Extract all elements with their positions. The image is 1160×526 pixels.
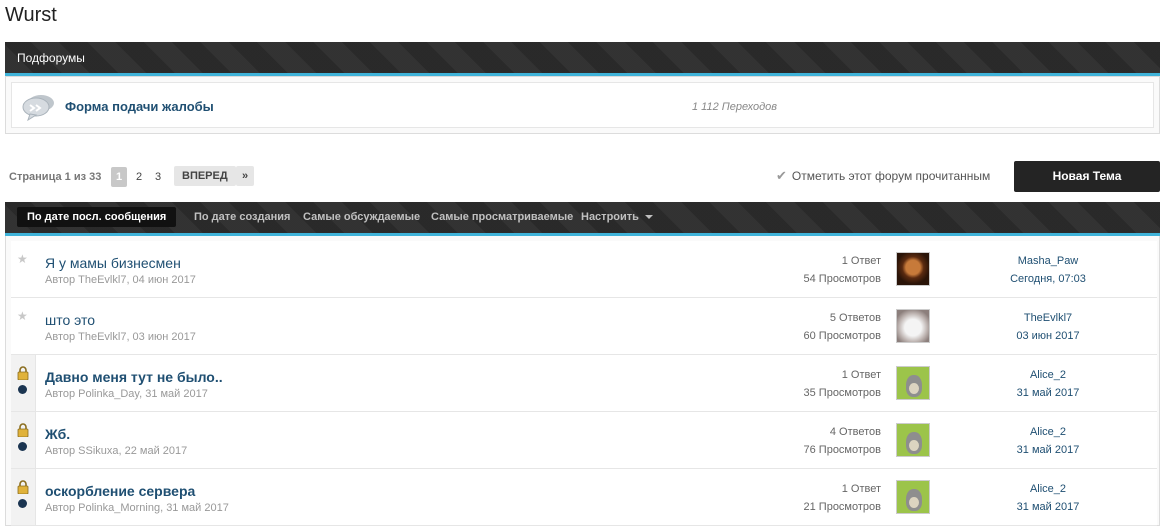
topic-replies: 5 Ответов [829, 312, 881, 324]
topic-row: оскорбление сервера Автор Polinka_Mornin… [11, 469, 1157, 526]
topic-title-link[interactable]: што это [45, 312, 95, 328]
totoro-belly [909, 497, 919, 508]
pagination-label: Страница 1 из 33 [9, 171, 102, 183]
star-icon[interactable]: ★ [17, 252, 28, 266]
avatar[interactable] [896, 252, 930, 286]
lock-icon [17, 366, 29, 380]
topic-meta: Автор TheEvlkl7, 03 июн 2017 [45, 331, 196, 343]
unread-dot-icon [18, 499, 27, 508]
next-page-button[interactable]: ВПЕРЕД [174, 166, 236, 186]
last-poster-link[interactable]: Alice_2 [963, 483, 1133, 495]
last-post-date-link[interactable]: 31 май 2017 [963, 501, 1133, 513]
avatar[interactable] [896, 480, 930, 514]
mark-read-label: Отметить этот форум прочитанным [791, 169, 991, 183]
avatar[interactable] [896, 366, 930, 400]
star-icon[interactable]: ★ [17, 309, 28, 323]
totoro-belly [909, 383, 919, 394]
topic-replies: 1 Ответ [841, 369, 881, 381]
page-title: Wurst [5, 4, 57, 26]
topic-list: ★ Я у мамы бизнесмен Автор TheEvlkl7, 04… [5, 236, 1160, 526]
last-post-date-link[interactable]: Сегодня, 07:03 [963, 273, 1133, 285]
unread-dot-icon [18, 442, 27, 451]
last-post-date-link[interactable]: 31 май 2017 [963, 387, 1133, 399]
topic-title-link[interactable]: Жб. [45, 426, 70, 442]
chat-bubbles-icon [22, 95, 54, 121]
subforums-title: Подфорумы [17, 51, 85, 65]
last-post-date-link[interactable]: 31 май 2017 [963, 444, 1133, 456]
last-poster-link[interactable]: Alice_2 [963, 369, 1133, 381]
topic-row: ★ Я у мамы бизнесмен Автор TheEvlkl7, 04… [11, 241, 1157, 298]
sort-tab-most-viewed[interactable]: Самые просматриваемые [431, 211, 573, 223]
topic-status: ★ [11, 241, 36, 297]
topic-meta: Автор TheEvlkl7, 04 июн 2017 [45, 274, 196, 286]
topic-meta: Автор SSikuxa, 22 май 2017 [45, 445, 188, 457]
topic-replies: 1 Ответ [841, 483, 881, 495]
page-3-button[interactable]: 3 [150, 167, 166, 187]
topic-meta: Автор Polinka_Day, 31 май 2017 [45, 388, 208, 400]
last-poster-link[interactable]: Masha_Paw [963, 255, 1133, 267]
topic-title-link[interactable]: Давно меня тут не было.. [45, 369, 223, 385]
topic-title-link[interactable]: Я у мамы бизнесмен [45, 255, 181, 271]
topic-status [11, 469, 36, 525]
last-page-button[interactable]: » [236, 166, 254, 186]
avatar[interactable] [896, 423, 930, 457]
subforum-link[interactable]: Форма подачи жалобы [65, 99, 214, 114]
sort-tab-most-replied[interactable]: Самые обсуждаемые [303, 211, 420, 223]
subforum-list: Форма подачи жалобы 1 112 Переходов [5, 76, 1160, 134]
topic-title-link[interactable]: оскорбление сервера [45, 483, 195, 499]
customize-label: Настроить [581, 211, 639, 223]
caret-down-icon [644, 215, 653, 220]
subforums-header: Подфорумы [5, 42, 1160, 76]
page-2-button[interactable]: 2 [131, 167, 147, 187]
topic-row: Жб. Автор SSikuxa, 22 май 2017 4 Ответов… [11, 412, 1157, 469]
sort-tab-last-post[interactable]: По дате посл. сообщения [17, 207, 177, 227]
subforum-stats: 1 112 Переходов [692, 101, 778, 113]
avatar[interactable] [896, 309, 930, 343]
unread-dot-icon [18, 385, 27, 394]
topic-row: ★ што это Автор TheEvlkl7, 03 июн 2017 5… [11, 298, 1157, 355]
check-icon: ✔ [776, 168, 787, 183]
topic-replies: 1 Ответ [841, 255, 881, 267]
page-1-button[interactable]: 1 [111, 167, 127, 187]
lock-icon [17, 423, 29, 437]
topic-replies: 4 Ответов [829, 426, 881, 438]
topic-status: ★ [11, 298, 36, 354]
topic-views: 60 Просмотров [803, 330, 882, 342]
topic-views: 54 Просмотров [803, 273, 882, 285]
totoro-belly [909, 440, 919, 451]
topic-views: 35 Просмотров [803, 387, 882, 399]
subforum-item: Форма подачи жалобы 1 112 Переходов [11, 82, 1154, 128]
sort-tab-created[interactable]: По дате создания [194, 211, 290, 223]
lock-icon [17, 480, 29, 494]
last-poster-link[interactable]: TheEvlkl7 [963, 312, 1133, 324]
last-poster-link[interactable]: Alice_2 [963, 426, 1133, 438]
topic-status [11, 355, 36, 411]
topic-views: 76 Просмотров [803, 444, 882, 456]
new-topic-button[interactable]: Новая Тема [1014, 161, 1160, 192]
topic-views: 21 Просмотров [803, 501, 882, 513]
topic-status [11, 412, 36, 468]
sort-bar: По дате посл. сообщения По дате создания… [5, 202, 1160, 236]
topic-meta: Автор Polinka_Morning, 31 май 2017 [45, 502, 229, 514]
last-post-date-link[interactable]: 03 июн 2017 [963, 330, 1133, 342]
topic-row: Давно меня тут не было.. Автор Polinka_D… [11, 355, 1157, 412]
sort-tab-customize[interactable]: Настроить [581, 211, 653, 223]
mark-read-link[interactable]: ✔ Отметить этот форум прочитанным [776, 168, 990, 184]
